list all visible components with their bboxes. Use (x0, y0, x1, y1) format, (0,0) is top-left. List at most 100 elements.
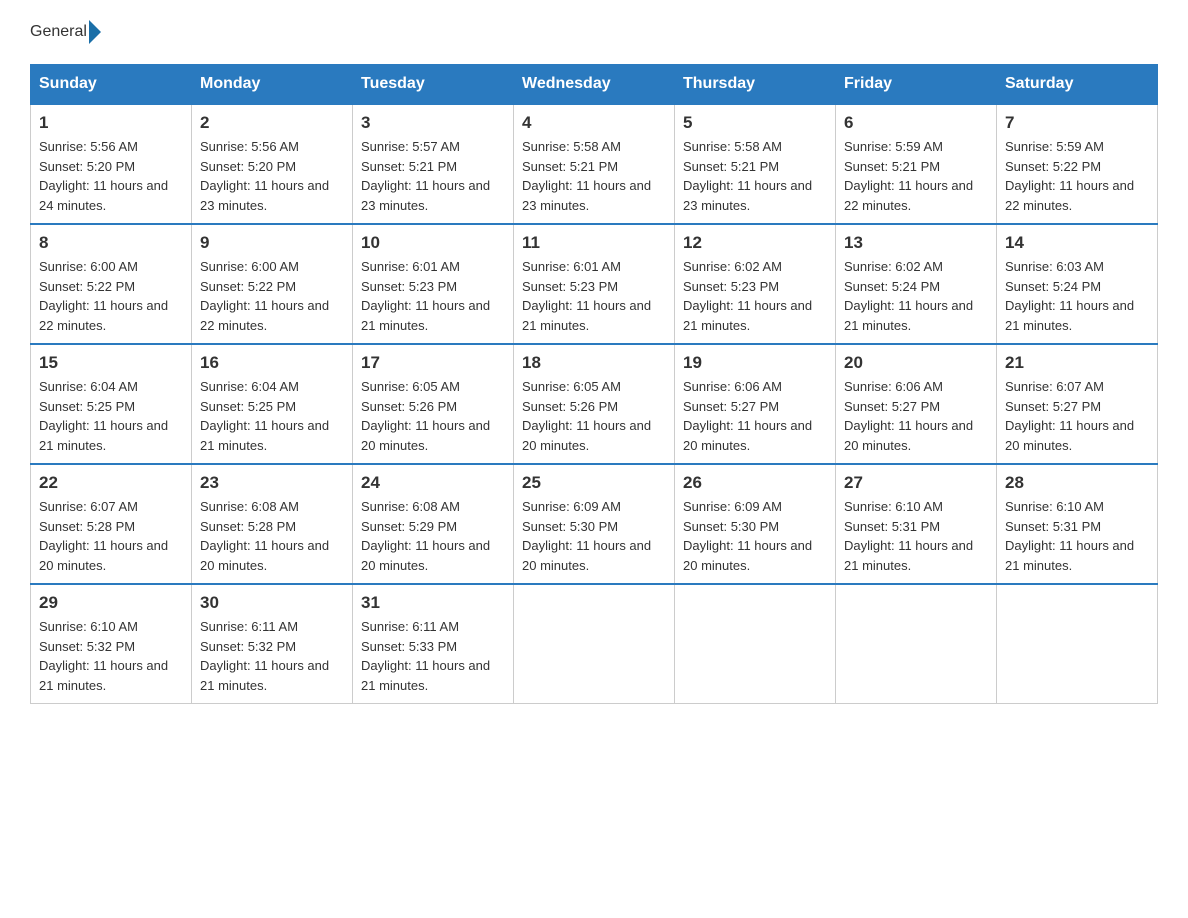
page-header: General (30, 20, 1158, 44)
calendar-cell: 7 Sunrise: 5:59 AM Sunset: 5:22 PM Dayli… (997, 104, 1158, 224)
calendar-cell: 9 Sunrise: 6:00 AM Sunset: 5:22 PM Dayli… (192, 224, 353, 344)
calendar-cell: 18 Sunrise: 6:05 AM Sunset: 5:26 PM Dayl… (514, 344, 675, 464)
day-number: 12 (683, 233, 827, 253)
day-number: 31 (361, 593, 505, 613)
day-number: 1 (39, 113, 183, 133)
day-info: Sunrise: 6:00 AM Sunset: 5:22 PM Dayligh… (200, 257, 344, 335)
calendar-cell (836, 584, 997, 704)
calendar-cell (514, 584, 675, 704)
calendar-week-row: 29 Sunrise: 6:10 AM Sunset: 5:32 PM Dayl… (31, 584, 1158, 704)
day-number: 17 (361, 353, 505, 373)
calendar-cell: 28 Sunrise: 6:10 AM Sunset: 5:31 PM Dayl… (997, 464, 1158, 584)
day-number: 22 (39, 473, 183, 493)
day-number: 2 (200, 113, 344, 133)
day-number: 29 (39, 593, 183, 613)
calendar-week-row: 8 Sunrise: 6:00 AM Sunset: 5:22 PM Dayli… (31, 224, 1158, 344)
day-number: 21 (1005, 353, 1149, 373)
day-info: Sunrise: 5:57 AM Sunset: 5:21 PM Dayligh… (361, 137, 505, 215)
calendar-cell (675, 584, 836, 704)
calendar-cell: 4 Sunrise: 5:58 AM Sunset: 5:21 PM Dayli… (514, 104, 675, 224)
calendar-cell: 11 Sunrise: 6:01 AM Sunset: 5:23 PM Dayl… (514, 224, 675, 344)
day-number: 10 (361, 233, 505, 253)
calendar-day-header: Tuesday (353, 65, 514, 105)
calendar-cell: 26 Sunrise: 6:09 AM Sunset: 5:30 PM Dayl… (675, 464, 836, 584)
calendar-day-header: Thursday (675, 65, 836, 105)
calendar-cell: 23 Sunrise: 6:08 AM Sunset: 5:28 PM Dayl… (192, 464, 353, 584)
day-info: Sunrise: 6:00 AM Sunset: 5:22 PM Dayligh… (39, 257, 183, 335)
calendar-cell: 19 Sunrise: 6:06 AM Sunset: 5:27 PM Dayl… (675, 344, 836, 464)
day-number: 3 (361, 113, 505, 133)
day-number: 30 (200, 593, 344, 613)
day-info: Sunrise: 6:04 AM Sunset: 5:25 PM Dayligh… (39, 377, 183, 455)
day-info: Sunrise: 6:09 AM Sunset: 5:30 PM Dayligh… (683, 497, 827, 575)
day-number: 15 (39, 353, 183, 373)
day-number: 20 (844, 353, 988, 373)
calendar-cell: 3 Sunrise: 5:57 AM Sunset: 5:21 PM Dayli… (353, 104, 514, 224)
day-info: Sunrise: 6:08 AM Sunset: 5:29 PM Dayligh… (361, 497, 505, 575)
calendar-cell: 1 Sunrise: 5:56 AM Sunset: 5:20 PM Dayli… (31, 104, 192, 224)
day-number: 27 (844, 473, 988, 493)
calendar-cell: 13 Sunrise: 6:02 AM Sunset: 5:24 PM Dayl… (836, 224, 997, 344)
day-info: Sunrise: 5:59 AM Sunset: 5:22 PM Dayligh… (1005, 137, 1149, 215)
day-info: Sunrise: 6:01 AM Sunset: 5:23 PM Dayligh… (522, 257, 666, 335)
calendar-day-header: Wednesday (514, 65, 675, 105)
day-info: Sunrise: 6:06 AM Sunset: 5:27 PM Dayligh… (844, 377, 988, 455)
day-info: Sunrise: 6:03 AM Sunset: 5:24 PM Dayligh… (1005, 257, 1149, 335)
day-info: Sunrise: 6:05 AM Sunset: 5:26 PM Dayligh… (522, 377, 666, 455)
day-number: 18 (522, 353, 666, 373)
day-number: 11 (522, 233, 666, 253)
calendar-day-header: Monday (192, 65, 353, 105)
day-info: Sunrise: 5:59 AM Sunset: 5:21 PM Dayligh… (844, 137, 988, 215)
day-number: 9 (200, 233, 344, 253)
day-number: 28 (1005, 473, 1149, 493)
day-info: Sunrise: 6:10 AM Sunset: 5:31 PM Dayligh… (1005, 497, 1149, 575)
calendar-cell: 24 Sunrise: 6:08 AM Sunset: 5:29 PM Dayl… (353, 464, 514, 584)
day-info: Sunrise: 6:07 AM Sunset: 5:28 PM Dayligh… (39, 497, 183, 575)
calendar-header-row: SundayMondayTuesdayWednesdayThursdayFrid… (31, 65, 1158, 105)
day-number: 19 (683, 353, 827, 373)
calendar-day-header: Sunday (31, 65, 192, 105)
day-number: 25 (522, 473, 666, 493)
calendar-cell: 2 Sunrise: 5:56 AM Sunset: 5:20 PM Dayli… (192, 104, 353, 224)
day-info: Sunrise: 6:10 AM Sunset: 5:32 PM Dayligh… (39, 617, 183, 695)
calendar-week-row: 1 Sunrise: 5:56 AM Sunset: 5:20 PM Dayli… (31, 104, 1158, 224)
calendar-cell: 31 Sunrise: 6:11 AM Sunset: 5:33 PM Dayl… (353, 584, 514, 704)
day-number: 14 (1005, 233, 1149, 253)
calendar-cell: 30 Sunrise: 6:11 AM Sunset: 5:32 PM Dayl… (192, 584, 353, 704)
day-info: Sunrise: 6:06 AM Sunset: 5:27 PM Dayligh… (683, 377, 827, 455)
calendar-table: SundayMondayTuesdayWednesdayThursdayFrid… (30, 64, 1158, 704)
day-info: Sunrise: 6:01 AM Sunset: 5:23 PM Dayligh… (361, 257, 505, 335)
day-info: Sunrise: 6:11 AM Sunset: 5:33 PM Dayligh… (361, 617, 505, 695)
calendar-cell: 17 Sunrise: 6:05 AM Sunset: 5:26 PM Dayl… (353, 344, 514, 464)
calendar-cell (997, 584, 1158, 704)
calendar-cell: 29 Sunrise: 6:10 AM Sunset: 5:32 PM Dayl… (31, 584, 192, 704)
day-number: 5 (683, 113, 827, 133)
day-info: Sunrise: 5:58 AM Sunset: 5:21 PM Dayligh… (683, 137, 827, 215)
day-info: Sunrise: 6:08 AM Sunset: 5:28 PM Dayligh… (200, 497, 344, 575)
day-info: Sunrise: 6:02 AM Sunset: 5:24 PM Dayligh… (844, 257, 988, 335)
logo: General (30, 20, 103, 44)
calendar-cell: 6 Sunrise: 5:59 AM Sunset: 5:21 PM Dayli… (836, 104, 997, 224)
calendar-cell: 15 Sunrise: 6:04 AM Sunset: 5:25 PM Dayl… (31, 344, 192, 464)
calendar-cell: 25 Sunrise: 6:09 AM Sunset: 5:30 PM Dayl… (514, 464, 675, 584)
day-number: 26 (683, 473, 827, 493)
calendar-cell: 12 Sunrise: 6:02 AM Sunset: 5:23 PM Dayl… (675, 224, 836, 344)
day-number: 23 (200, 473, 344, 493)
day-info: Sunrise: 5:58 AM Sunset: 5:21 PM Dayligh… (522, 137, 666, 215)
day-number: 16 (200, 353, 344, 373)
day-number: 8 (39, 233, 183, 253)
day-info: Sunrise: 6:05 AM Sunset: 5:26 PM Dayligh… (361, 377, 505, 455)
logo-arrow-icon (89, 20, 101, 44)
calendar-cell: 22 Sunrise: 6:07 AM Sunset: 5:28 PM Dayl… (31, 464, 192, 584)
day-info: Sunrise: 5:56 AM Sunset: 5:20 PM Dayligh… (200, 137, 344, 215)
logo-general-text: General (30, 23, 87, 41)
day-number: 4 (522, 113, 666, 133)
day-number: 6 (844, 113, 988, 133)
calendar-cell: 27 Sunrise: 6:10 AM Sunset: 5:31 PM Dayl… (836, 464, 997, 584)
day-info: Sunrise: 5:56 AM Sunset: 5:20 PM Dayligh… (39, 137, 183, 215)
calendar-cell: 21 Sunrise: 6:07 AM Sunset: 5:27 PM Dayl… (997, 344, 1158, 464)
day-number: 24 (361, 473, 505, 493)
calendar-cell: 20 Sunrise: 6:06 AM Sunset: 5:27 PM Dayl… (836, 344, 997, 464)
calendar-day-header: Friday (836, 65, 997, 105)
day-info: Sunrise: 6:11 AM Sunset: 5:32 PM Dayligh… (200, 617, 344, 695)
